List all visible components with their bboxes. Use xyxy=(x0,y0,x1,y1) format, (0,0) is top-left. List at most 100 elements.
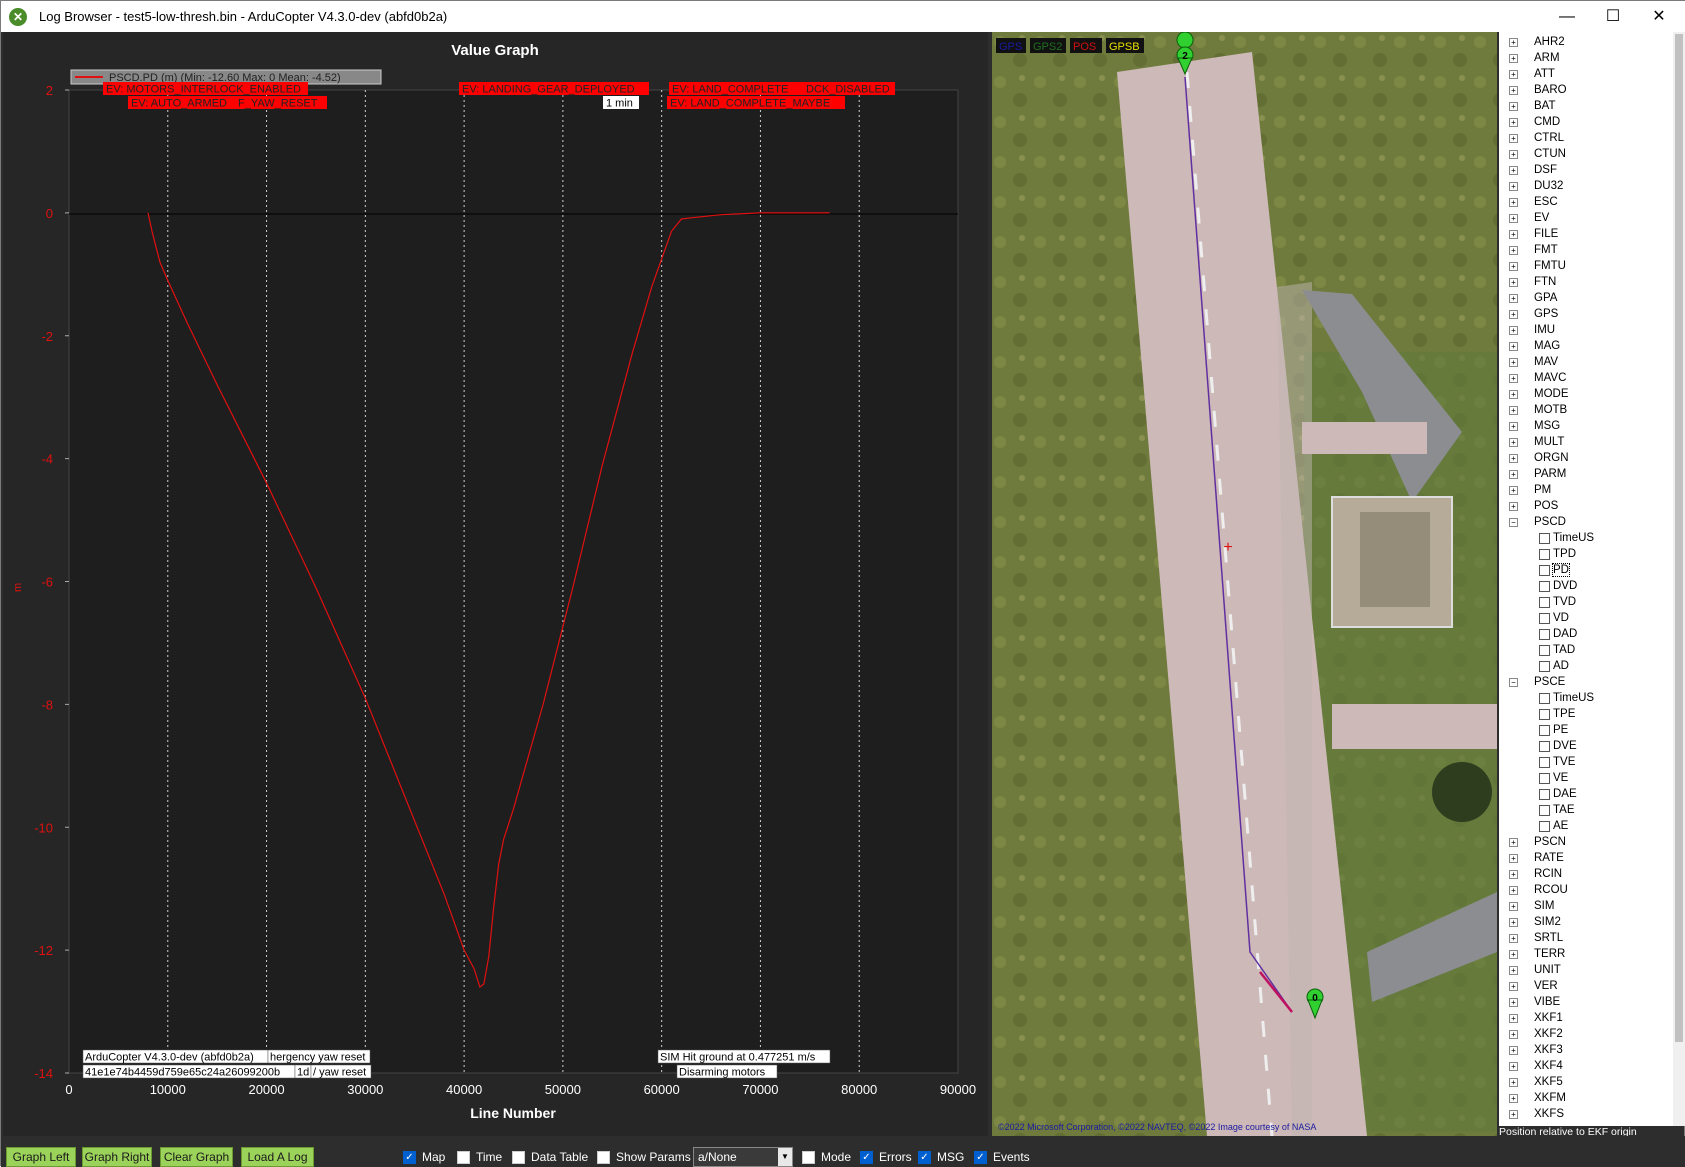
leaf-checkbox[interactable] xyxy=(1539,548,1550,560)
tree-node-pscd[interactable]: − PSCD xyxy=(1509,514,1566,530)
tree-leaf[interactable]: TAD xyxy=(1539,642,1575,658)
tree-leaf[interactable]: TPD xyxy=(1539,546,1576,562)
tree-leaf[interactable]: VE xyxy=(1539,770,1568,786)
expand-icon[interactable]: + xyxy=(1509,213,1518,223)
tree-node-mag[interactable]: + MAG xyxy=(1509,338,1560,354)
clear-graph-button[interactable]: Clear Graph xyxy=(160,1147,233,1167)
tree-node-ver[interactable]: + VER xyxy=(1509,978,1558,994)
time-checkbox[interactable]: Time xyxy=(457,1148,502,1166)
leaf-checkbox[interactable] xyxy=(1539,532,1550,544)
satellite-map[interactable]: GPS GPS2 POS GPSB + 2 0 ©2022 Microsoft Cor… xyxy=(992,32,1497,1136)
show-params-check-icon[interactable] xyxy=(597,1150,610,1164)
maximize-button[interactable]: ☐ xyxy=(1590,1,1636,32)
tree-leaf[interactable]: AD xyxy=(1539,658,1569,674)
tree-node-unit[interactable]: + UNIT xyxy=(1509,962,1561,978)
series-select[interactable]: a/None ▼ xyxy=(693,1147,793,1167)
msg-checkbox[interactable]: ✓ MSG xyxy=(918,1148,964,1166)
tree-node-baro[interactable]: + BARO xyxy=(1509,82,1567,98)
events-checkbox[interactable]: ✓ Events xyxy=(974,1148,1030,1166)
expand-icon[interactable]: + xyxy=(1509,837,1518,847)
leaf-checkbox[interactable] xyxy=(1539,580,1550,592)
expand-icon[interactable]: + xyxy=(1509,917,1518,927)
tree-leaf[interactable]: DVE xyxy=(1539,738,1577,754)
expand-icon[interactable]: + xyxy=(1509,965,1518,975)
expand-icon[interactable]: + xyxy=(1509,261,1518,271)
tree-node-vibe[interactable]: + VIBE xyxy=(1509,994,1560,1010)
expand-icon[interactable]: + xyxy=(1509,1109,1518,1119)
expand-icon[interactable]: + xyxy=(1509,293,1518,303)
leaf-checkbox[interactable] xyxy=(1539,740,1550,752)
tree-node-xkf4[interactable]: + XKF4 xyxy=(1509,1058,1563,1074)
expand-icon[interactable]: + xyxy=(1509,341,1518,351)
expand-icon[interactable]: + xyxy=(1509,37,1518,47)
tree-node-ev[interactable]: + EV xyxy=(1509,210,1549,226)
leaf-checkbox[interactable] xyxy=(1539,660,1550,672)
tree-node-bat[interactable]: + BAT xyxy=(1509,98,1556,114)
expand-icon[interactable]: + xyxy=(1509,1077,1518,1087)
expand-icon[interactable]: + xyxy=(1509,53,1518,63)
expand-icon[interactable]: + xyxy=(1509,885,1518,895)
leaf-checkbox[interactable] xyxy=(1539,820,1550,832)
expand-icon[interactable]: + xyxy=(1509,869,1518,879)
map-panel[interactable]: GPS GPS2 POS GPSB + 2 0 ©2022 Microsoft Cor… xyxy=(992,32,1497,1136)
tree-leaf[interactable]: TVE xyxy=(1539,754,1575,770)
tree-node-arm[interactable]: + ARM xyxy=(1509,50,1560,66)
expand-icon[interactable]: + xyxy=(1509,853,1518,863)
tree-node-esc[interactable]: + ESC xyxy=(1509,194,1558,210)
expand-icon[interactable]: + xyxy=(1509,1045,1518,1055)
tree-node-gpa[interactable]: + GPA xyxy=(1509,290,1557,306)
chevron-down-icon[interactable]: ▼ xyxy=(778,1148,792,1166)
tree-node-rcou[interactable]: + RCOU xyxy=(1509,882,1568,898)
tree-node-fmtu[interactable]: + FMTU xyxy=(1509,258,1566,274)
expand-icon[interactable]: + xyxy=(1509,501,1518,511)
tree-scroll-thumb[interactable] xyxy=(1675,34,1683,1042)
value-graph[interactable]: Value Graph 0 10000 20000 30000 40000 50000 60… xyxy=(3,32,988,1136)
tree-node-file[interactable]: + FILE xyxy=(1509,226,1558,242)
tree-node-ctrl[interactable]: + CTRL xyxy=(1509,130,1564,146)
errors-check-icon[interactable]: ✓ xyxy=(860,1150,873,1164)
time-check-icon[interactable] xyxy=(457,1150,470,1164)
tree-node-fmt[interactable]: + FMT xyxy=(1509,242,1558,258)
tree-node-parm[interactable]: + PARM xyxy=(1509,466,1566,482)
tree-leaf[interactable]: TimeUS xyxy=(1539,530,1594,546)
mode-checkbox[interactable]: Mode xyxy=(802,1148,851,1166)
leaf-checkbox[interactable] xyxy=(1539,724,1550,736)
tree-scrollbar[interactable] xyxy=(1673,32,1685,1126)
tree-node-xkf5[interactable]: + XKF5 xyxy=(1509,1074,1563,1090)
leaf-checkbox[interactable] xyxy=(1539,788,1550,800)
tree-node-srtl[interactable]: + SRTL xyxy=(1509,930,1563,946)
tree-leaf[interactable]: TPE xyxy=(1539,706,1575,722)
errors-checkbox[interactable]: ✓ Errors xyxy=(860,1148,912,1166)
leaf-checkbox[interactable] xyxy=(1539,564,1550,576)
expand-icon[interactable]: + xyxy=(1509,437,1518,447)
msg-check-icon[interactable]: ✓ xyxy=(918,1150,931,1164)
tree-node-xkfs[interactable]: + XKFS xyxy=(1509,1106,1564,1122)
close-button[interactable]: ✕ xyxy=(1636,1,1682,32)
expand-icon[interactable]: + xyxy=(1509,469,1518,479)
graph-left-button[interactable]: Graph Left xyxy=(6,1147,76,1167)
tree-node-xkf1[interactable]: + XKF1 xyxy=(1509,1010,1563,1026)
tree-node-sim2[interactable]: + SIM2 xyxy=(1509,914,1561,930)
leaf-checkbox[interactable] xyxy=(1539,708,1550,720)
leaf-checkbox[interactable] xyxy=(1539,628,1550,640)
tree-node-sim[interactable]: + SIM xyxy=(1509,898,1554,914)
mode-check-icon[interactable] xyxy=(802,1150,815,1164)
tree-node-imu[interactable]: + IMU xyxy=(1509,322,1555,338)
tree-leaf[interactable]: TVD xyxy=(1539,594,1576,610)
expand-icon[interactable]: + xyxy=(1509,421,1518,431)
tree-node-pm[interactable]: + PM xyxy=(1509,482,1551,498)
tree-node-mav[interactable]: + MAV xyxy=(1509,354,1558,370)
expand-icon[interactable]: + xyxy=(1509,229,1518,239)
expand-icon[interactable]: + xyxy=(1509,357,1518,367)
leaf-checkbox[interactable] xyxy=(1539,756,1550,768)
value-graph-panel[interactable]: Value Graph 0 10000 20000 30000 40000 50000 60… xyxy=(3,32,988,1136)
tree-node-du32[interactable]: + DU32 xyxy=(1509,178,1563,194)
expand-icon[interactable]: + xyxy=(1509,901,1518,911)
leaf-checkbox[interactable] xyxy=(1539,804,1550,816)
expand-icon[interactable]: + xyxy=(1509,453,1518,463)
tree-node-gps[interactable]: + GPS xyxy=(1509,306,1558,322)
expand-icon[interactable]: + xyxy=(1509,245,1518,255)
tree-node-ctun[interactable]: + CTUN xyxy=(1509,146,1566,162)
tree-node-orgn[interactable]: + ORGN xyxy=(1509,450,1569,466)
expand-icon[interactable]: + xyxy=(1509,1013,1518,1023)
